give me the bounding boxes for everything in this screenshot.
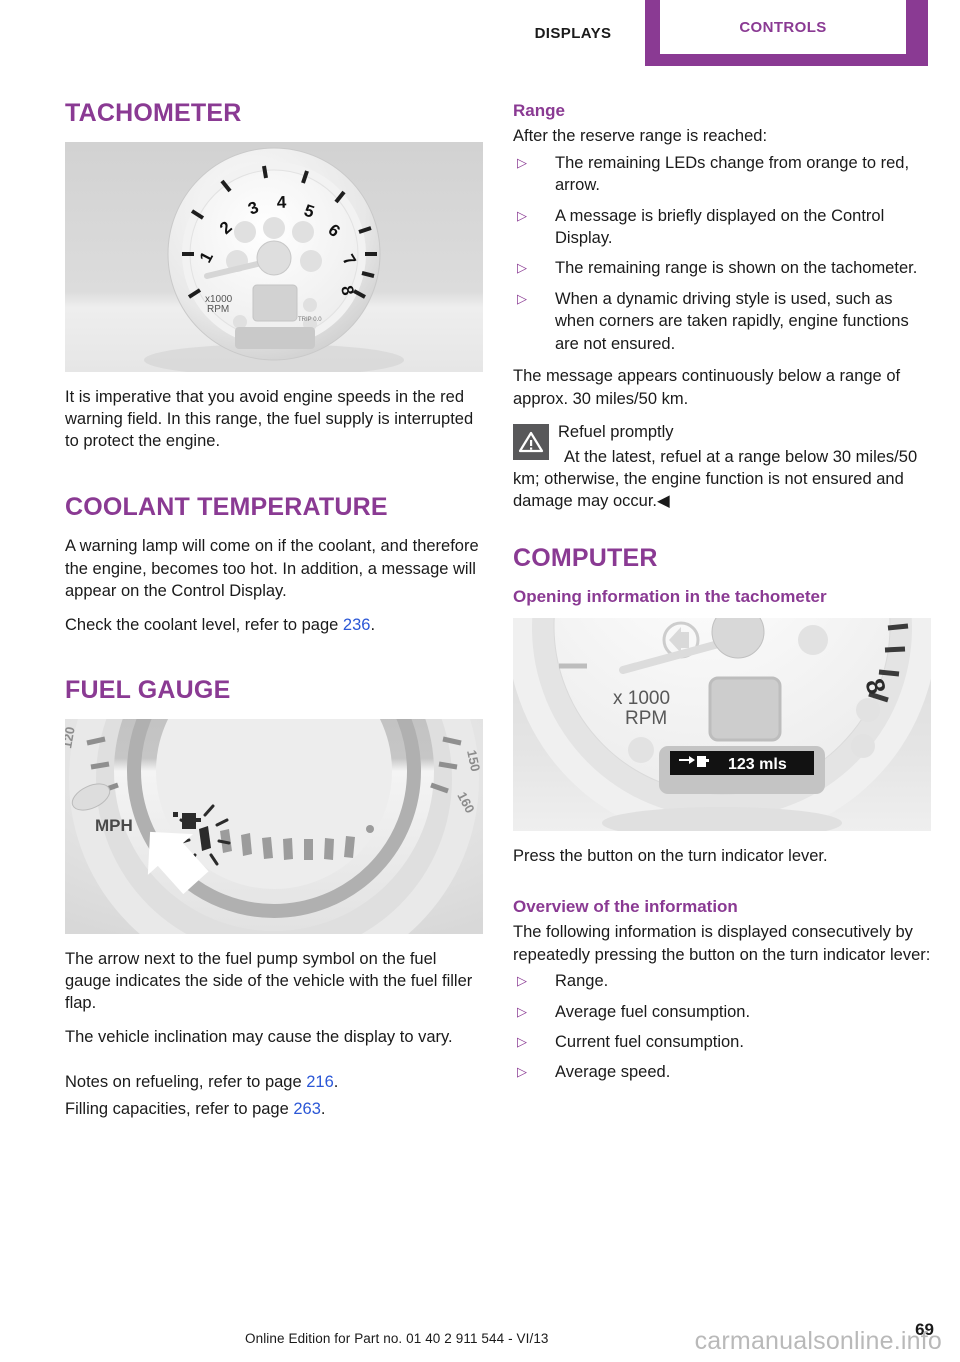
list-item: ▷ When a dynamic driving style is used, s… <box>513 288 931 355</box>
page-header: DISPLAYS CONTROLS <box>0 0 960 70</box>
tachometer-illustration: 1 2 3 4 5 6 7 8 x1000 RPM TRIP 0.0 <box>65 141 483 372</box>
bullet-triangle-icon: ▷ <box>517 207 527 223</box>
range-intro: After the reserve range is reached: <box>513 127 768 146</box>
bullet-triangle-icon: ▷ <box>517 290 527 306</box>
bullet-triangle-icon: ▷ <box>517 1034 527 1049</box>
heading-fuel-gauge: FUEL GAUGE <box>65 676 231 705</box>
fuel-gauge-figure: 120 150 160 MPH <box>65 718 483 934</box>
list-item: ▷ The remaining range is shown on the tac… <box>513 257 931 279</box>
list-item-label: When a dynamic driving style is used, su… <box>555 289 909 353</box>
coolant-reference-suffix: . <box>370 615 376 634</box>
fuel-gauge-paragraph-2: The vehicle inclination may cause the di… <box>65 1027 453 1046</box>
list-item: ▷ The remaining LEDs change from orange t… <box>513 152 931 197</box>
coolant-reference-prefix: Check the coolant level, refer to page <box>65 615 343 634</box>
tach-unit-label: RPM <box>207 304 229 315</box>
watermark: carmanualsonline.info <box>694 1327 942 1355</box>
bullet-triangle-icon: ▷ <box>517 973 527 989</box>
warning-note-end-marker: ◀ <box>657 492 670 511</box>
list-item-label: The remaining range is shown on the tach… <box>555 259 918 278</box>
warning-note: Refuel promptly At the latest, refuel at… <box>513 421 931 513</box>
heading-opening-information: Opening information in the tachometer <box>513 587 827 607</box>
tach-trip-label: TRIP 0.0 <box>298 317 322 323</box>
fuel-gauge-paragraph-1: The arrow next to the fuel pump symbol o… <box>65 949 473 1013</box>
range-bullet-list: ▷ The remaining LEDs change from orange t… <box>513 152 931 356</box>
coolant-reference: Check the coolant level, refer to page 2… <box>65 614 483 636</box>
tab-controls-label: CONTROLS <box>739 18 827 36</box>
tab-displays-label: DISPLAYS <box>534 24 612 42</box>
computer-tachometer-figure: 8 x 1000 RPM 123 mls <box>513 617 931 831</box>
list-item: ▷ Average fuel consumption. <box>513 1001 931 1023</box>
page-footer: Online Edition for Part no. 01 40 2 911 … <box>0 1316 960 1362</box>
list-item-label: Average fuel consumption. <box>555 1002 751 1021</box>
fuel-unit-mph: MPH <box>95 816 133 835</box>
fuel-reference-refueling-prefix: Notes on refueling, refer to page <box>65 1073 307 1092</box>
bullet-triangle-icon: ▷ <box>517 1003 527 1019</box>
list-item: ▷ Current fuel consumption. <box>513 1031 931 1053</box>
warning-note-body: At the latest, refuel at a range below 3… <box>513 447 918 511</box>
heading-tachometer: TACHOMETER <box>65 99 242 127</box>
fuel-gauge-illustration: 120 150 160 MPH <box>65 718 483 934</box>
tab-controls[interactable]: CONTROLS <box>645 0 928 66</box>
computer-tachometer-illustration: 8 x 1000 RPM 123 mls <box>513 617 931 831</box>
list-item: ▷ Range. <box>513 970 931 992</box>
heading-range: Range <box>513 101 565 120</box>
computer-unit-label: RPM <box>625 708 667 729</box>
warning-note-text: At the latest, refuel at a range below 3… <box>513 446 931 513</box>
list-item: ▷ A message is briefly displayed on the C… <box>513 205 931 250</box>
heading-overview-of-information: Overview of the information <box>513 897 738 916</box>
list-item-label: Current fuel consumption. <box>555 1033 744 1051</box>
overview-bullet-list: ▷ Range. ▷ Average fuel consumption. ▷ Curr… <box>513 970 931 1084</box>
computer-caption: Press the button on the turn indicator l… <box>513 846 828 865</box>
tab-controls-inner: CONTROLS <box>660 0 906 54</box>
list-item-label: Average speed. <box>555 1063 671 1082</box>
warning-triangle-icon <box>513 424 549 461</box>
bullet-triangle-icon: ▷ <box>517 154 527 170</box>
fuel-reference-refueling-suffix: . <box>333 1073 339 1092</box>
fuel-reference-capacities-prefix: Filling capacities, refer to page <box>65 1099 294 1118</box>
range-closing: The message appears continuously below a… <box>513 367 901 408</box>
page-link-236[interactable]: 236 <box>343 616 371 634</box>
fuel-reference-capacities-suffix: . <box>320 1099 326 1118</box>
heading-computer: COMPUTER <box>513 543 658 572</box>
bullet-triangle-icon: ▷ <box>517 260 527 276</box>
right-column: Range After the reserve range is reached… <box>513 100 931 1094</box>
page-link-263[interactable]: 263 <box>293 1100 321 1118</box>
fuel-reference-refueling: Notes on refueling, refer to page 216. <box>65 1071 483 1093</box>
svg-text:4: 4 <box>276 192 287 211</box>
bullet-triangle-icon: ▷ <box>517 1064 527 1080</box>
list-item-label: Range. <box>555 972 609 991</box>
fuel-reference-capacities: Filling capacities, refer to page 263. <box>65 1098 483 1120</box>
warning-note-title: Refuel promptly <box>558 423 674 442</box>
computer-display-value: 123 mls <box>728 756 787 773</box>
list-item: ▷ Average speed. <box>513 1061 931 1083</box>
computer-scale-label: x 1000 <box>613 688 670 709</box>
tachometer-figure: 1 2 3 4 5 6 7 8 x1000 RPM TRIP 0.0 <box>65 141 483 372</box>
left-column: TACHOMETER 1 2 3 4 5 6 7 8 x1000 RPM TRI… <box>65 99 483 1131</box>
tab-displays[interactable]: DISPLAYS <box>498 18 648 48</box>
tachometer-paragraph: It is imperative that you avoid engine s… <box>65 387 474 451</box>
page-link-216[interactable]: 216 <box>306 1073 334 1091</box>
coolant-paragraph: A warning lamp will come on if the coola… <box>65 537 479 601</box>
edition-note: Online Edition for Part no. 01 40 2 911 … <box>245 1331 549 1346</box>
overview-intro: The following information is displayed c… <box>513 923 931 964</box>
list-item-label: A message is briefly displayed on the Co… <box>555 206 885 247</box>
heading-coolant-temperature: COOLANT TEMPERATURE <box>65 492 388 521</box>
list-item-label: The remaining LEDs change from orange to… <box>555 153 910 195</box>
